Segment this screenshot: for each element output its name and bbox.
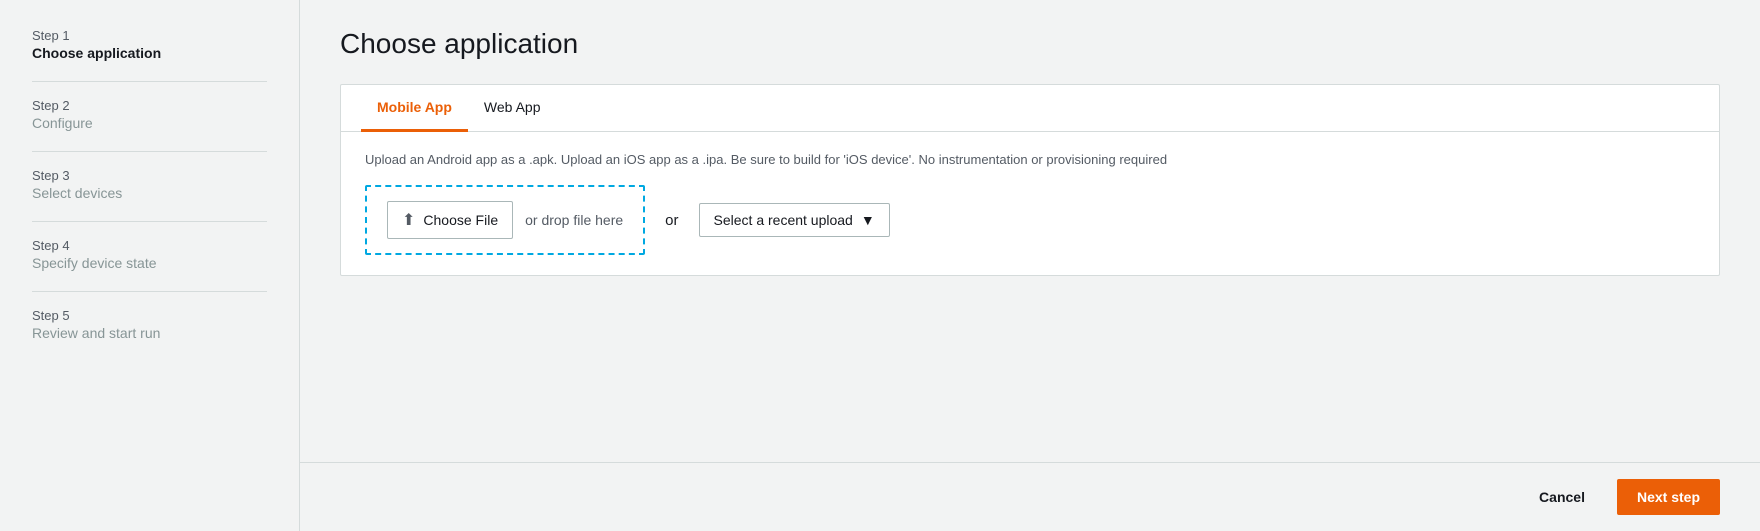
app-card: Mobile App Web App Upload an Android app… xyxy=(340,84,1720,276)
choose-file-label: Choose File xyxy=(423,212,498,228)
sidebar-step-3: Step 3 Select devices xyxy=(32,168,267,201)
step-2-name: Configure xyxy=(32,115,267,131)
cancel-button[interactable]: Cancel xyxy=(1523,481,1601,513)
dropdown-chevron-icon: ▼ xyxy=(861,212,875,228)
step-5-label: Step 5 xyxy=(32,308,267,323)
recent-upload-label: Select a recent upload xyxy=(714,212,853,228)
drop-text: or drop file here xyxy=(525,212,623,228)
upload-row: ⬆ Choose File or drop file here or Selec… xyxy=(365,185,1695,255)
divider-2 xyxy=(32,151,267,152)
divider-3 xyxy=(32,221,267,222)
divider-1 xyxy=(32,81,267,82)
step-3-name: Select devices xyxy=(32,185,267,201)
recent-upload-dropdown[interactable]: Select a recent upload ▼ xyxy=(699,203,890,237)
upload-description: Upload an Android app as a .apk. Upload … xyxy=(365,152,1695,167)
step-4-label: Step 4 xyxy=(32,238,267,253)
divider-4 xyxy=(32,291,267,292)
dropzone[interactable]: ⬆ Choose File or drop file here xyxy=(365,185,645,255)
upload-icon: ⬆ xyxy=(402,210,415,230)
tab-bar: Mobile App Web App xyxy=(341,85,1719,132)
main-content: Choose application Mobile App Web App Up… xyxy=(300,0,1760,462)
step-3-label: Step 3 xyxy=(32,168,267,183)
footer: Cancel Next step xyxy=(300,462,1760,531)
sidebar-step-4: Step 4 Specify device state xyxy=(32,238,267,271)
sidebar-step-5: Step 5 Review and start run xyxy=(32,308,267,341)
next-step-button[interactable]: Next step xyxy=(1617,479,1720,515)
step-5-name: Review and start run xyxy=(32,325,267,341)
choose-file-button[interactable]: ⬆ Choose File xyxy=(387,201,513,239)
tab-mobile-app[interactable]: Mobile App xyxy=(361,85,468,132)
or-separator: or xyxy=(665,212,678,229)
sidebar-step-1: Step 1 Choose application xyxy=(32,28,267,61)
step-4-name: Specify device state xyxy=(32,255,267,271)
sidebar: Step 1 Choose application Step 2 Configu… xyxy=(0,0,300,531)
card-body: Upload an Android app as a .apk. Upload … xyxy=(341,132,1719,275)
step-1-name: Choose application xyxy=(32,45,267,61)
step-2-label: Step 2 xyxy=(32,98,267,113)
tab-web-app[interactable]: Web App xyxy=(468,85,557,132)
step-1-label: Step 1 xyxy=(32,28,267,43)
sidebar-step-2: Step 2 Configure xyxy=(32,98,267,131)
page-title: Choose application xyxy=(340,28,1720,60)
